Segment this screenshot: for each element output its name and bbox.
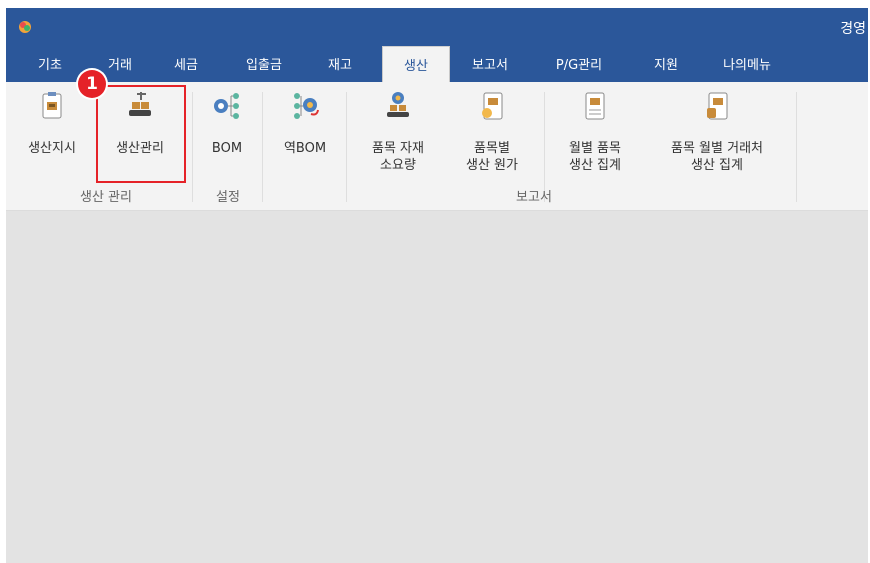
tab-deposit-withdraw[interactable]: 입출금 xyxy=(238,46,290,82)
ribbon-separator xyxy=(796,92,797,202)
reverse-bom-label: 역BOM xyxy=(283,141,327,156)
production-cost-button[interactable]: 품목별 생산 원가 xyxy=(452,82,532,192)
group-label-settings: 설정 xyxy=(216,190,240,205)
monthly-summary-button[interactable]: 월별 품목 생산 집계 xyxy=(552,82,638,192)
bom-label: BOM xyxy=(211,141,243,156)
tab-my-menu[interactable]: 나의메뉴 xyxy=(712,46,782,82)
ribbon-separator xyxy=(346,92,347,202)
monthly-report-icon xyxy=(585,92,605,120)
window-title: 경영 xyxy=(840,21,866,37)
tab-tax[interactable]: 세금 xyxy=(166,46,206,82)
tab-pg-manage[interactable]: P/G관리 xyxy=(544,46,614,82)
monthly-vendor-summary-button[interactable]: 품목 월별 거래처 생산 집계 xyxy=(642,82,792,192)
material-conveyor-icon xyxy=(387,92,409,117)
vendor-report-icon xyxy=(707,92,728,120)
monthly-summary-label: 월별 품목 생산 집계 xyxy=(569,141,621,173)
tab-trade[interactable]: 거래 xyxy=(100,46,140,82)
highlight-box xyxy=(96,85,186,183)
title-bar: 경영 xyxy=(6,8,870,46)
material-usage-button[interactable]: 품목 자재 소요량 xyxy=(358,82,438,192)
production-order-button[interactable]: 생산지시 xyxy=(14,82,90,182)
group-label-production-manage: 생산 관리 xyxy=(80,190,132,205)
cost-report-icon xyxy=(482,92,503,120)
tab-support[interactable]: 지원 xyxy=(646,46,686,82)
tab-inventory[interactable]: 재고 xyxy=(320,46,360,82)
app-logo-icon xyxy=(19,21,31,33)
tab-report[interactable]: 보고서 xyxy=(464,46,516,82)
ribbon-separator xyxy=(262,92,263,202)
main-workspace xyxy=(6,211,870,563)
material-usage-label: 품목 자재 소요량 xyxy=(372,141,424,173)
group-label-report: 보고서 xyxy=(516,190,552,205)
tab-basic[interactable]: 기초 xyxy=(30,46,70,82)
step-callout-badge: 1 xyxy=(78,70,106,98)
ribbon-tab-bar: 기초 거래 세금 입출금 재고 생산 보고서 P/G관리 지원 나의메뉴 xyxy=(6,46,870,83)
bom-tree-icon xyxy=(214,93,239,119)
bom-button[interactable]: BOM xyxy=(198,82,256,182)
ribbon-separator xyxy=(192,92,193,202)
clipboard-box-icon xyxy=(42,92,62,119)
monthly-vendor-summary-label: 품목 월별 거래처 생산 집계 xyxy=(671,141,763,173)
reverse-bom-icon xyxy=(294,93,319,119)
reverse-bom-button[interactable]: 역BOM xyxy=(272,82,338,182)
production-cost-label: 품목별 생산 원가 xyxy=(466,141,518,173)
tab-production[interactable]: 생산 xyxy=(382,46,450,83)
production-order-label: 생산지시 xyxy=(28,141,76,156)
